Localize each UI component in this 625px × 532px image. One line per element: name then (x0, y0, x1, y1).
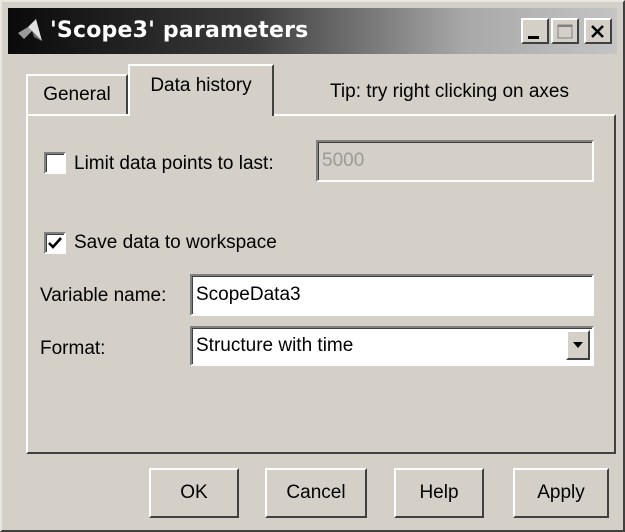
cancel-button-label: Cancel (286, 482, 346, 503)
tab-general[interactable]: General (26, 74, 128, 114)
limit-points-checkbox[interactable] (44, 152, 66, 174)
apply-button[interactable]: Apply (513, 468, 609, 518)
cancel-button[interactable]: Cancel (265, 468, 367, 518)
apply-button-label: Apply (537, 482, 585, 503)
format-dropdown[interactable]: Structure with time (190, 326, 594, 366)
format-label: Format: (40, 338, 106, 359)
checkmark-icon (48, 237, 62, 249)
save-workspace-label: Save data to workspace (74, 232, 277, 253)
help-button-label: Help (419, 482, 459, 503)
maximize-icon (557, 24, 573, 39)
ok-button-label: OK (180, 482, 208, 503)
limit-points-input[interactable]: 5000 (316, 140, 594, 182)
dialog-window: 'Scope3' parameters General Data history… (0, 0, 625, 532)
tip-text: Tip: try right clicking on axes (330, 81, 569, 102)
minimize-icon (528, 36, 539, 39)
matlab-logo-icon (18, 19, 42, 41)
limit-points-label: Limit data points to last: (74, 153, 274, 174)
tab-data-history-label: Data history (150, 75, 252, 96)
window-title: 'Scope3' parameters (50, 18, 309, 43)
save-workspace-checkbox[interactable] (44, 232, 66, 254)
variable-name-label: Variable name: (40, 285, 167, 306)
ok-button[interactable]: OK (149, 468, 239, 518)
maximize-button[interactable] (551, 18, 579, 44)
help-button[interactable]: Help (394, 468, 484, 518)
title-bar[interactable]: 'Scope3' parameters (8, 8, 617, 54)
variable-name-input[interactable]: ScopeData3 (190, 274, 594, 316)
tab-general-label: General (43, 84, 111, 105)
dropdown-arrow-button[interactable] (566, 330, 590, 360)
minimize-button[interactable] (521, 18, 549, 44)
tab-data-history[interactable]: Data history (128, 64, 274, 116)
close-icon (591, 25, 604, 38)
chevron-down-icon (573, 342, 583, 348)
close-button[interactable] (584, 18, 612, 44)
format-selected-value: Structure with time (196, 335, 354, 356)
